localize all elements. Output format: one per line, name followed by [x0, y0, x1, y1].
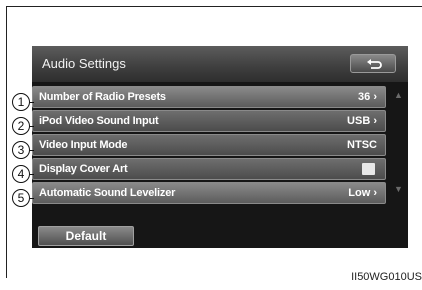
callout-2: 2 — [12, 117, 30, 135]
back-button[interactable] — [350, 54, 396, 73]
cover-art-checkbox[interactable] — [362, 163, 375, 175]
scroll-down-icon[interactable]: ▼ — [394, 184, 403, 194]
callout-line — [30, 174, 34, 175]
setting-label: Video Input Mode — [39, 139, 128, 151]
callout-line — [30, 198, 34, 199]
setting-label: Display Cover Art — [39, 163, 128, 175]
setting-label: Automatic Sound Levelizer — [39, 187, 176, 199]
audio-settings-screen: Audio Settings Number of Radio Presets 3… — [32, 46, 408, 248]
setting-row-ipod-video-sound-input[interactable]: iPod Video Sound Input USB › — [32, 110, 386, 132]
callout-line — [30, 150, 34, 151]
callout-line — [30, 126, 34, 127]
setting-value: Low › — [348, 187, 377, 199]
callout-line — [30, 102, 34, 103]
callout-1: 1 — [12, 93, 30, 111]
setting-value: USB › — [347, 115, 377, 127]
callout-4: 4 — [12, 165, 30, 183]
setting-value: NTSC — [347, 139, 377, 151]
setting-value: 36 › — [358, 91, 377, 103]
setting-row-automatic-sound-levelizer[interactable]: Automatic Sound Levelizer Low › — [32, 182, 386, 204]
figure-code: II50WG010US — [351, 271, 422, 283]
setting-label: iPod Video Sound Input — [39, 115, 159, 127]
return-arrow-icon — [367, 59, 382, 69]
default-button[interactable]: Default — [38, 226, 134, 246]
scrollbar[interactable]: ▲ ▼ — [390, 86, 406, 224]
callout-3: 3 — [12, 141, 30, 159]
scroll-up-icon[interactable]: ▲ — [394, 90, 403, 100]
setting-label: Number of Radio Presets — [39, 91, 166, 103]
setting-row-radio-presets[interactable]: Number of Radio Presets 36 › — [32, 86, 386, 108]
setting-row-display-cover-art[interactable]: Display Cover Art — [32, 158, 386, 180]
setting-row-video-input-mode[interactable]: Video Input Mode NTSC — [32, 134, 386, 156]
callout-5: 5 — [12, 189, 30, 207]
page-title: Audio Settings — [42, 56, 126, 71]
screen-header: Audio Settings — [32, 46, 408, 82]
